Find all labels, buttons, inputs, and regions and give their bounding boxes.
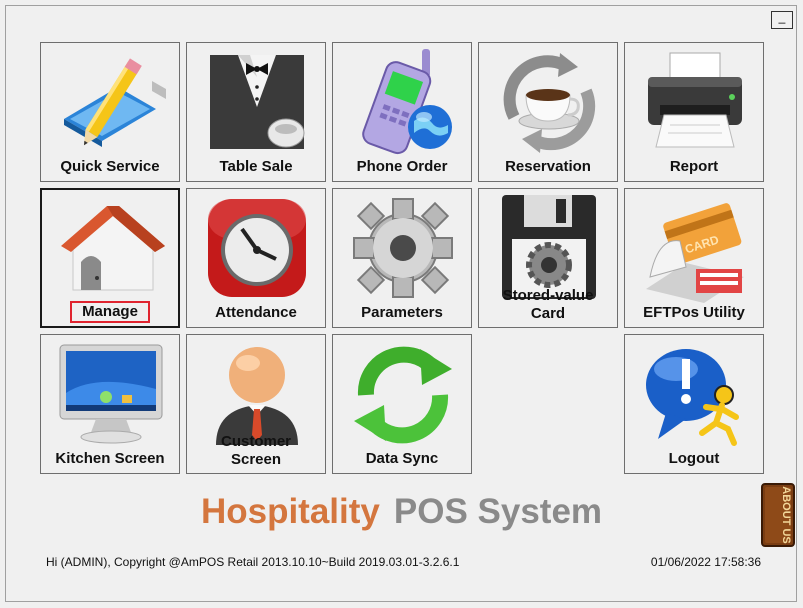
eftpos-utility-button[interactable]: CARD EFTPos Utility: [624, 188, 764, 328]
parameters-button[interactable]: Parameters: [332, 188, 472, 328]
table-sale-button[interactable]: Table Sale: [186, 42, 326, 182]
sync-arrows-icon: [354, 346, 452, 444]
report-button[interactable]: Report: [624, 42, 764, 182]
reservation-button[interactable]: Reservation: [478, 42, 618, 182]
customer-screen-button[interactable]: Customer Screen: [186, 334, 326, 474]
copyright-text: Hi (ADMIN), Copyright @AmPOS Retail 2013…: [46, 555, 460, 569]
card-terminal-icon: CARD: [646, 203, 744, 303]
tile-label: Kitchen Screen: [55, 450, 165, 467]
brand-title: Hospitality POS System: [0, 492, 803, 532]
logout-button[interactable]: Logout: [624, 334, 764, 474]
tile-label: EFTPos Utility: [643, 304, 745, 321]
tile-label: Logout: [668, 450, 720, 467]
monitor-icon: [59, 344, 163, 444]
quick-service-button[interactable]: Quick Service: [40, 42, 180, 182]
tile-label: Table Sale: [219, 158, 293, 175]
datetime-text: 01/06/2022 17:58:36: [650, 555, 761, 569]
manage-button[interactable]: Manage: [40, 188, 180, 328]
phone-globe-icon: [362, 49, 452, 155]
coffee-cycle-icon: [503, 53, 596, 153]
about-us-label: ABOUT US: [780, 486, 792, 543]
tile-label-line2: Screen: [230, 451, 282, 468]
tile-label: Data Sync: [365, 450, 439, 467]
pencil-pad-icon: [64, 58, 166, 147]
tile-label: Attendance: [215, 304, 297, 321]
clock-icon: [208, 199, 306, 297]
printer-icon: [648, 52, 742, 148]
tile-label: Customer Screen: [187, 433, 325, 469]
stored-value-card-button[interactable]: Stored-value Card: [478, 188, 618, 328]
tile-label: Stored-value Card: [479, 287, 617, 323]
tile-label-line1: Customer: [220, 433, 291, 450]
tile-label: Report: [669, 158, 719, 175]
phone-order-button[interactable]: Phone Order: [332, 42, 472, 182]
tile-label: Reservation: [505, 158, 591, 175]
logout-runner-icon: [646, 349, 739, 446]
tile-label-line1: Stored-value: [502, 287, 594, 304]
gear-icon: [353, 198, 453, 298]
data-sync-button[interactable]: Data Sync: [332, 334, 472, 474]
tile-label: Quick Service: [60, 158, 160, 175]
brand-word-hospitality: Hospitality: [200, 492, 380, 531]
tile-label: Parameters: [361, 304, 443, 321]
about-us-button[interactable]: ABOUT US: [760, 482, 796, 548]
house-icon: [61, 206, 165, 291]
minimize-button[interactable]: _: [771, 11, 793, 29]
tile-label: Manage: [70, 301, 150, 323]
kitchen-screen-button[interactable]: Kitchen Screen: [40, 334, 180, 474]
attendance-button[interactable]: Attendance: [186, 188, 326, 328]
tile-label-line2: Card: [530, 305, 566, 322]
tile-label: Phone Order: [356, 158, 448, 175]
waiter-tuxedo-icon: [210, 55, 305, 149]
brand-word-pos-system: POS System: [393, 492, 603, 531]
